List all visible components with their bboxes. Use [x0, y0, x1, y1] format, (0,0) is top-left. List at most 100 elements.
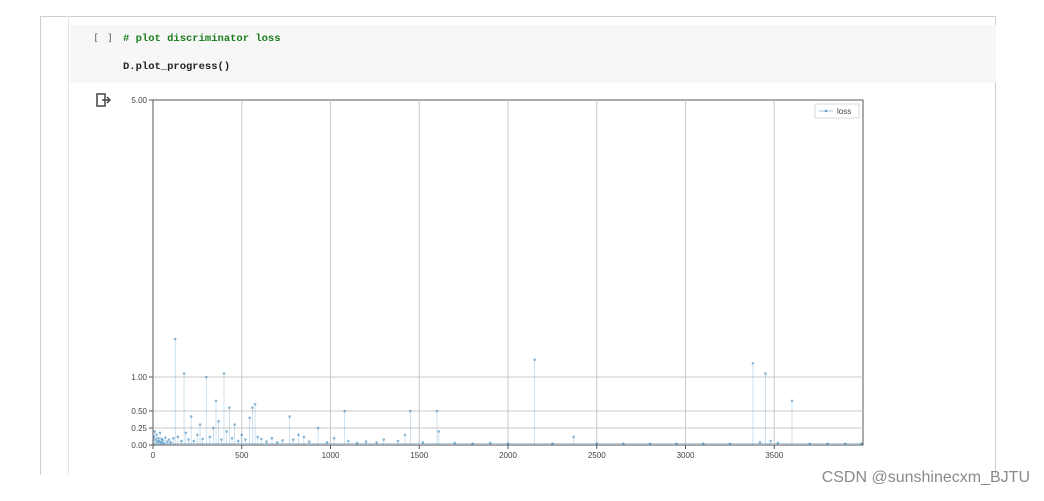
loss-point	[622, 442, 625, 445]
loss-point	[228, 406, 231, 409]
x-tick-label: 2500	[588, 451, 606, 460]
loss-point	[236, 439, 240, 443]
loss-point	[325, 440, 329, 444]
loss-point	[176, 435, 180, 439]
loss-point	[396, 439, 400, 443]
loss-point	[281, 438, 284, 442]
loss-point	[506, 442, 510, 445]
loss-point	[184, 431, 188, 435]
loss-point	[189, 415, 193, 418]
y-tick-label: 1.00	[131, 373, 147, 382]
loss-point	[346, 439, 350, 443]
loss-point	[751, 361, 755, 365]
legend-label: loss	[837, 107, 851, 116]
loss-point	[776, 441, 780, 445]
loss-point	[343, 409, 346, 413]
loss-point	[488, 441, 492, 445]
loss-point	[382, 438, 386, 441]
loss-point	[297, 433, 300, 437]
loss-point	[275, 440, 279, 444]
loss-point	[153, 430, 157, 433]
loss-point	[307, 440, 311, 443]
legend-marker	[824, 109, 828, 113]
loss-point	[364, 440, 368, 443]
cell-gutter-divider	[68, 16, 69, 475]
loss-point	[198, 423, 202, 426]
loss-point	[230, 436, 234, 440]
loss-point	[302, 435, 306, 439]
loss-point	[253, 402, 257, 406]
loss-point	[701, 442, 705, 445]
loss-point	[270, 436, 274, 440]
loss-point	[165, 440, 169, 443]
loss-point	[435, 409, 439, 413]
loss-point	[808, 442, 812, 445]
y-tick-label: 0.00	[131, 441, 147, 450]
loss-point	[288, 415, 291, 418]
loss-point	[180, 439, 183, 443]
loss-point	[240, 433, 244, 437]
y-tick-label: 0.25	[131, 424, 147, 433]
loss-point	[471, 442, 474, 445]
loss-chart: 0 500 1000 1500 2000 2500 3000 3500 0.00 0.25 0.50…	[131, 96, 864, 460]
code-comment-line[interactable]: # plot discriminator loss	[123, 33, 281, 45]
loss-point	[437, 430, 441, 433]
loss-point	[212, 426, 215, 430]
loss-point	[164, 436, 167, 439]
loss-point	[595, 442, 599, 445]
loss-point	[764, 372, 767, 375]
loss-point	[217, 419, 220, 423]
loss-point	[843, 442, 847, 445]
loss-point	[375, 440, 378, 444]
loss-point	[208, 435, 212, 439]
loss-point	[265, 440, 268, 443]
loss-point	[859, 442, 863, 445]
loss-point	[403, 433, 407, 437]
x-tick-label: 1500	[410, 451, 428, 460]
loss-point	[826, 442, 829, 445]
loss-point	[409, 409, 412, 413]
loss-point	[453, 441, 457, 445]
loss-point	[161, 438, 165, 442]
loss-point	[316, 426, 320, 430]
x-tick-label: 0	[151, 451, 156, 460]
loss-point	[758, 440, 762, 444]
loss-point	[648, 442, 652, 445]
loss-point	[196, 433, 199, 437]
loss-point	[220, 438, 223, 441]
loss-point	[182, 372, 186, 375]
loss-point	[192, 439, 196, 443]
loss-point	[157, 436, 160, 440]
loss-point	[167, 438, 171, 441]
code-call-line[interactable]: D.plot_progress()	[123, 61, 230, 73]
loss-point	[551, 442, 554, 445]
loss-point	[233, 423, 236, 426]
loss-point	[162, 441, 165, 445]
loss-point	[728, 442, 732, 445]
loss-point	[204, 375, 208, 379]
loss-point	[675, 442, 678, 445]
loss-point	[251, 406, 254, 409]
x-tick-label: 1000	[322, 451, 340, 460]
loss-point	[158, 431, 162, 435]
loss-point	[259, 437, 263, 441]
cell-run-indicator[interactable]: [ ]	[93, 33, 114, 44]
y-tick-label: 0.50	[131, 407, 147, 416]
loss-point	[256, 435, 260, 439]
loss-point	[421, 440, 425, 444]
x-tick-label: 500	[235, 451, 249, 460]
loss-point	[244, 438, 247, 441]
x-tick-label: 3000	[677, 451, 695, 460]
loss-point	[172, 436, 175, 440]
y-tick-label: 5.00	[131, 96, 147, 105]
loss-point	[214, 399, 218, 403]
loss-point	[332, 436, 336, 440]
loss-point	[173, 337, 177, 341]
loss-point	[225, 430, 228, 433]
loss-point	[355, 441, 359, 445]
loss-point	[169, 440, 173, 444]
loss-point	[790, 399, 794, 403]
loss-point	[291, 438, 295, 441]
loss-point	[222, 372, 226, 375]
loss-point	[201, 437, 204, 441]
